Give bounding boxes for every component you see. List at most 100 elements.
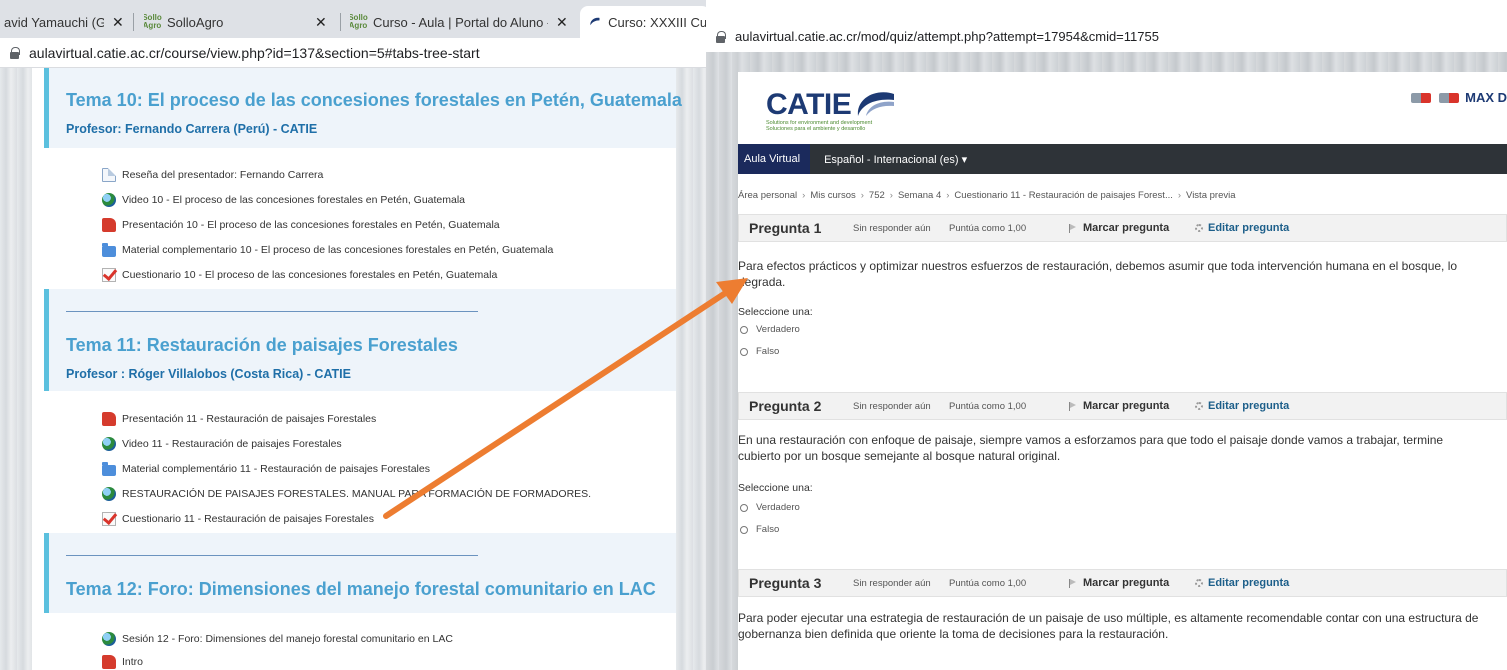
flag-question-button[interactable]: Marcar pregunta xyxy=(1069,222,1195,234)
edit-question-link[interactable]: Editar pregunta xyxy=(1195,577,1289,589)
close-icon[interactable]: ✕ xyxy=(112,14,124,31)
presentation-icon xyxy=(102,218,116,232)
top-navbar: Aula Virtual Español - Internacional (es… xyxy=(738,144,1507,174)
question-grade: Puntúa como 1,00 xyxy=(949,577,1027,589)
option-label[interactable]: Verdadero xyxy=(756,502,800,513)
activity-item[interactable]: Material complementário 11 - Restauració… xyxy=(102,460,430,478)
notifications-icon[interactable] xyxy=(1411,92,1432,103)
answer-option[interactable]: Verdadero xyxy=(740,324,800,335)
close-icon[interactable]: ✕ xyxy=(315,14,327,31)
catie-favicon-icon xyxy=(590,17,600,26)
edit-question-link[interactable]: Editar pregunta xyxy=(1195,400,1289,412)
breadcrumb-item[interactable]: Semana 4 xyxy=(898,190,941,201)
activity-label: Video 10 - El proceso de las concesiones… xyxy=(122,194,466,206)
activity-item[interactable]: Reseña del presentador: Fernando Carrera xyxy=(102,166,323,184)
activity-item[interactable]: Material complementario 10 - El proceso … xyxy=(102,241,553,259)
edit-question-link[interactable]: Editar pregunta xyxy=(1195,222,1289,234)
user-name[interactable]: MAX D xyxy=(1465,90,1507,105)
breadcrumb: Área personal › Mis cursos › 752 › Semana 4 › Cu… xyxy=(738,190,1236,201)
question-grade: Puntúa como 1,00 xyxy=(949,400,1027,412)
tab-active-course[interactable]: Curso: XXXIII Curso I xyxy=(580,6,706,38)
radio-button[interactable] xyxy=(740,503,748,512)
wood-background xyxy=(706,52,738,670)
flag-question-label: Marcar pregunta xyxy=(1083,222,1170,234)
question-text: Para efectos prácticos y optimizar nuest… xyxy=(738,259,1458,289)
radio-button[interactable] xyxy=(740,347,748,356)
activity-label: Presentación 10 - El proceso de las conc… xyxy=(122,219,500,231)
activity-item[interactable]: Cuestionario 10 - El proceso de las conc… xyxy=(102,266,497,284)
flag-question-button[interactable]: Marcar pregunta xyxy=(1069,577,1195,589)
select-one-label: Seleccione una: xyxy=(738,306,813,318)
tab-title: SolloAgro xyxy=(167,14,224,30)
activity-item[interactable]: RESTAURACIÓN DE PAISAJES FORESTALES. MAN… xyxy=(102,485,591,503)
activity-label: Video 11 - Restauración de paisajes Fore… xyxy=(122,438,342,450)
url-text[interactable]: aulavirtual.catie.ac.cr/course/view.php?… xyxy=(29,45,480,61)
flag-question-label: Marcar pregunta xyxy=(1083,577,1170,589)
nav-brand-aula-virtual[interactable]: Aula Virtual xyxy=(738,144,811,174)
user-menu[interactable]: MAX D xyxy=(1411,90,1507,105)
close-icon[interactable]: ✕ xyxy=(556,14,568,31)
tab-strip: avid Yamauchi (Gra ✕ SolloAgro SolloAgro… xyxy=(0,0,706,38)
radio-button[interactable] xyxy=(740,325,748,334)
presentation-icon xyxy=(102,412,116,426)
option-label[interactable]: Falso xyxy=(756,346,779,357)
solloagro-favicon-icon: Sollo Agro xyxy=(144,13,162,30)
video-icon xyxy=(102,437,116,451)
option-label[interactable]: Falso xyxy=(756,524,779,535)
section-title[interactable]: Tema 11: Restauración de paisajes Forest… xyxy=(66,335,458,356)
answer-option[interactable]: Falso xyxy=(740,346,779,357)
breadcrumb-separator: › xyxy=(889,190,893,201)
flag-question-button[interactable]: Marcar pregunta xyxy=(1069,400,1195,412)
activity-label: Cuestionario 10 - El proceso de las conc… xyxy=(122,269,498,281)
radio-button[interactable] xyxy=(740,525,748,534)
question-state: Sin responder aún xyxy=(853,400,931,412)
language-menu[interactable]: Español - Internacional (es) ▾ xyxy=(810,153,967,166)
option-label[interactable]: Verdadero xyxy=(756,324,800,335)
wood-background xyxy=(0,68,32,670)
breadcrumb-item[interactable]: Área personal xyxy=(738,190,797,201)
section-title[interactable]: Tema 10: El proceso de las concesiones f… xyxy=(66,90,682,111)
wood-background xyxy=(676,68,706,670)
messages-icon[interactable] xyxy=(1439,92,1460,103)
activity-item[interactable]: Cuestionario 11 - Restauración de paisaj… xyxy=(102,510,374,528)
catie-logo[interactable]: CATIE Solutions for environment and deve… xyxy=(766,88,906,132)
flag-icon xyxy=(1069,578,1077,588)
address-bar[interactable]: aulavirtual.catie.ac.cr/course/view.php?… xyxy=(0,38,706,68)
activity-item[interactable]: Presentación 11 - Restauración de paisaj… xyxy=(102,410,376,428)
activity-item[interactable]: Sesión 12 - Foro: Dimensiones del manejo… xyxy=(102,630,453,648)
activity-item[interactable]: Video 10 - El proceso de las concesiones… xyxy=(102,191,465,209)
flag-question-label: Marcar pregunta xyxy=(1083,400,1170,412)
breadcrumb-item[interactable]: Cuestionario 11 - Restauración de paisaj… xyxy=(954,190,1172,201)
question-1-header: Pregunta 1 Sin responder aún Puntúa como… xyxy=(738,214,1507,242)
flag-icon xyxy=(1069,401,1077,411)
quiz-icon xyxy=(102,268,116,282)
section-tema-11: Tema 11: Restauración de paisajes Forest… xyxy=(44,289,676,391)
activity-item[interactable]: Presentación 10 - El proceso de las conc… xyxy=(102,216,500,234)
question-2-header: Pregunta 2 Sin responder aún Puntúa como… xyxy=(738,392,1507,420)
tab-solloagro[interactable]: Sollo Agro SolloAgro ✕ xyxy=(144,6,334,38)
section-title[interactable]: Tema 12: Foro: Dimensiones del manejo fo… xyxy=(66,579,656,600)
logo-subtitle-line: Soluciones para el ambiente y desarrollo xyxy=(766,126,866,132)
url-text[interactable]: aulavirtual.catie.ac.cr/mod/quiz/attempt… xyxy=(735,29,1159,44)
question-grade: Puntúa como 1,00 xyxy=(949,222,1027,234)
address-bar[interactable]: aulavirtual.catie.ac.cr/mod/quiz/attempt… xyxy=(706,24,1507,48)
logo-text: CATIE xyxy=(766,88,852,121)
video-icon xyxy=(102,193,116,207)
answer-option[interactable]: Verdadero xyxy=(740,502,800,513)
breadcrumb-item[interactable]: Mis cursos xyxy=(810,190,855,201)
breadcrumb-item[interactable]: 752 xyxy=(869,190,885,201)
activity-label: Material complementario 10 - El proceso … xyxy=(122,244,554,256)
activity-item[interactable]: Intro xyxy=(102,653,143,670)
breadcrumb-item-current: Vista previa xyxy=(1186,190,1236,201)
answer-option[interactable]: Falso xyxy=(740,524,779,535)
edit-question-label: Editar pregunta xyxy=(1208,222,1290,234)
section-tema-12: Tema 12: Foro: Dimensiones del manejo fo… xyxy=(44,533,676,613)
section-divider xyxy=(66,555,478,556)
question-text: Para poder ejecutar una estrategia de re… xyxy=(738,611,1479,641)
tab-portal-aluno[interactable]: Sollo Agro Curso - Aula | Portal do Aluno… xyxy=(350,6,575,38)
activity-item[interactable]: Video 11 - Restauración de paisajes Fore… xyxy=(102,435,342,453)
activity-label: Sesión 12 - Foro: Dimensiones del manejo… xyxy=(122,633,453,645)
tab-google-docs[interactable]: avid Yamauchi (Gra ✕ xyxy=(4,6,129,38)
question-state: Sin responder aún xyxy=(853,222,931,234)
lock-icon xyxy=(10,47,20,59)
